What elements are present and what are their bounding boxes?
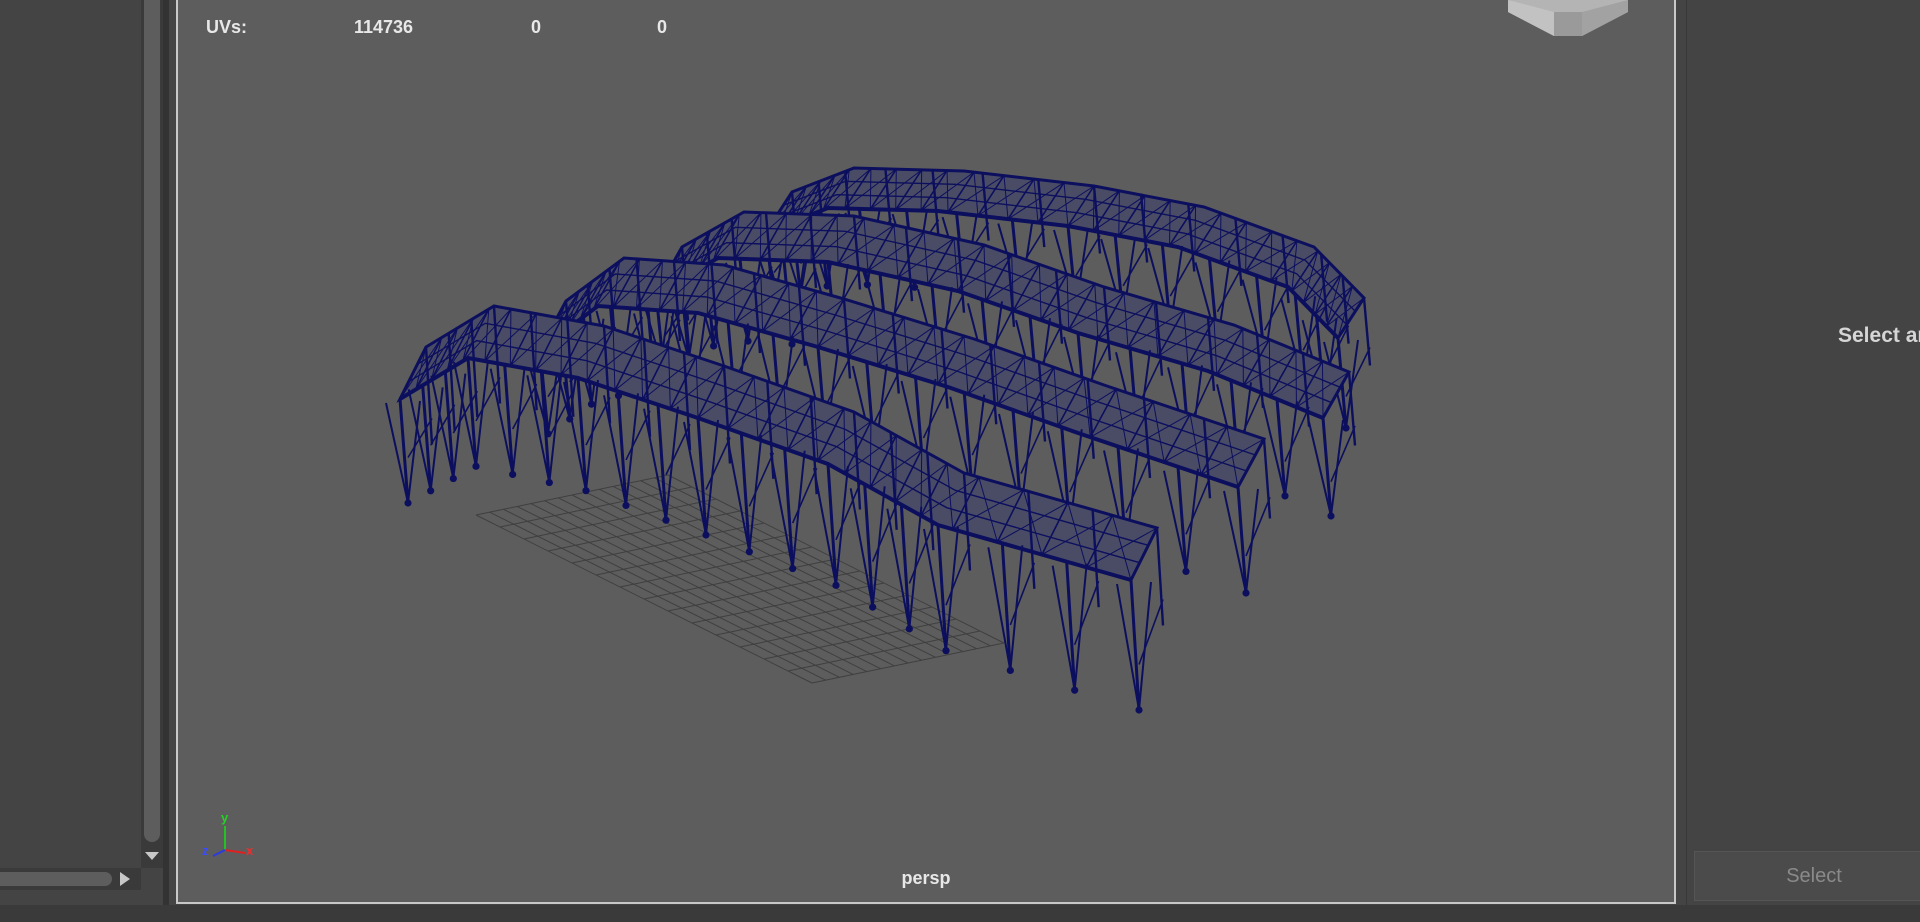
- wireframe-model[interactable]: [178, 0, 1676, 904]
- triangle-right-icon[interactable]: [117, 871, 133, 887]
- select-button[interactable]: Select: [1694, 851, 1920, 901]
- outliner-horizontal-scrollbar[interactable]: [0, 868, 141, 890]
- stadium-bleachers-mesh[interactable]: [385, 166, 1372, 714]
- scrollbar-thumb[interactable]: [144, 0, 160, 842]
- axis-gizmo-icon: y x z: [200, 808, 260, 865]
- view-cube-icon[interactable]: [1508, 0, 1628, 45]
- camera-name-label: persp: [901, 868, 951, 888]
- attribute-editor-panel: Select an Select: [1686, 0, 1920, 922]
- panel-separator[interactable]: [163, 0, 169, 922]
- hud-uvs-value-2: 0: [531, 17, 542, 37]
- scrollbar-thumb[interactable]: [0, 872, 112, 886]
- hud-uvs-label: UVs:: [206, 17, 248, 37]
- axis-y-label: y: [221, 810, 229, 825]
- outliner-panel: [0, 0, 141, 922]
- axis-z-label: z: [202, 843, 209, 858]
- outliner-vertical-scrollbar[interactable]: [141, 0, 163, 868]
- attribute-editor-message: Select an: [1838, 324, 1920, 347]
- outliner-list[interactable]: [0, 0, 141, 905]
- perspective-viewport[interactable]: UVs: 114736 0 0 y x z persp: [176, 0, 1676, 904]
- hud-uvs-value-1: 114736: [354, 17, 414, 37]
- bottom-border: [0, 905, 1920, 922]
- triangle-down-icon[interactable]: [141, 847, 163, 865]
- hud-uvs-value-3: 0: [657, 17, 668, 37]
- axis-x-label: x: [246, 843, 254, 858]
